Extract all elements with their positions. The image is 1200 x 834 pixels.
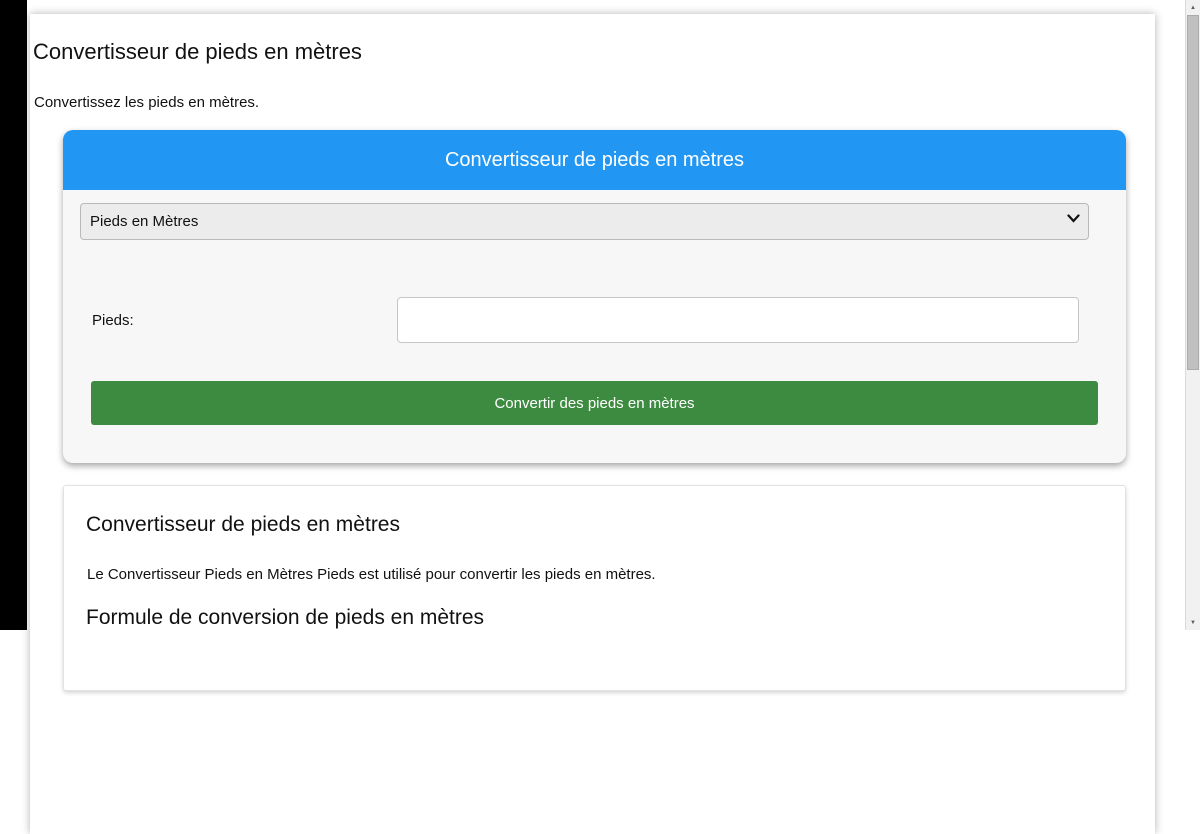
triangle-up-icon: ▲ [1190,4,1196,11]
feet-input[interactable] [397,297,1079,343]
info-heading: Convertisseur de pieds en mètres [86,513,400,536]
scroll-up-button[interactable]: ▲ [1186,0,1200,15]
unit-select[interactable]: Pieds en Mètres [80,203,1089,240]
formula-heading: Formule de conversion de pieds en mètres [86,606,485,629]
converter-card-header: Convertisseur de pieds en mètres [63,130,1126,190]
scrollbar[interactable]: ▲ ▼ [1185,0,1200,630]
page-title: Convertisseur de pieds en mètres [33,39,362,64]
feet-label: Pieds: [92,311,134,329]
convert-button[interactable]: Convertir des pieds en mètres [91,381,1098,425]
scrollbar-thumb[interactable] [1187,15,1199,370]
scroll-down-button[interactable]: ▼ [1186,615,1200,630]
converter-card: Convertisseur de pieds en mètres Pieds e… [63,130,1126,463]
info-card: Convertisseur de pieds en mètres Le Conv… [63,485,1126,691]
feet-form-row: Pieds: [92,297,1126,343]
converter-card-title: Convertisseur de pieds en mètres [444,148,745,171]
info-description: Le Convertisseur Pieds en Mètres Pieds e… [87,566,656,583]
unit-select-wrap: Pieds en Mètres [80,203,1089,240]
triangle-down-icon: ▼ [1190,619,1196,626]
page: Convertisseur de pieds en mètres Convert… [30,14,1155,834]
intro-text: Convertissez les pieds en mètres. [34,94,260,111]
page-left-margin [0,0,27,630]
